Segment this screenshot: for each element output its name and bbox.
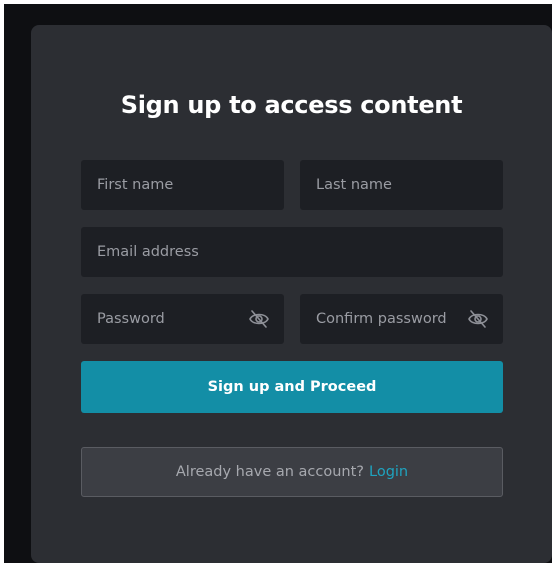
email-placeholder: Email address — [97, 244, 199, 260]
confirm-password-placeholder: Confirm password — [316, 311, 447, 327]
login-prompt-text: Already have an account? — [175, 464, 364, 480]
email-field[interactable]: Email address — [81, 227, 503, 277]
eye-off-icon[interactable] — [467, 309, 489, 329]
last-name-field[interactable]: Last name — [300, 160, 503, 210]
first-name-placeholder: First name — [97, 177, 174, 193]
password-field[interactable]: Password — [81, 294, 284, 344]
page-background: Sign up to access content First name Las… — [4, 4, 552, 563]
last-name-placeholder: Last name — [316, 177, 392, 193]
confirm-password-field[interactable]: Confirm password — [300, 294, 503, 344]
first-name-field[interactable]: First name — [81, 160, 284, 210]
signup-button[interactable]: Sign up and Proceed — [81, 361, 503, 413]
login-prompt-box: Already have an account? Login — [81, 447, 503, 497]
login-link[interactable]: Login — [369, 464, 408, 480]
page-title: Sign up to access content — [120, 91, 463, 119]
eye-off-icon[interactable] — [248, 309, 270, 329]
signup-card: Sign up to access content First name Las… — [31, 25, 552, 563]
password-placeholder: Password — [97, 311, 165, 327]
